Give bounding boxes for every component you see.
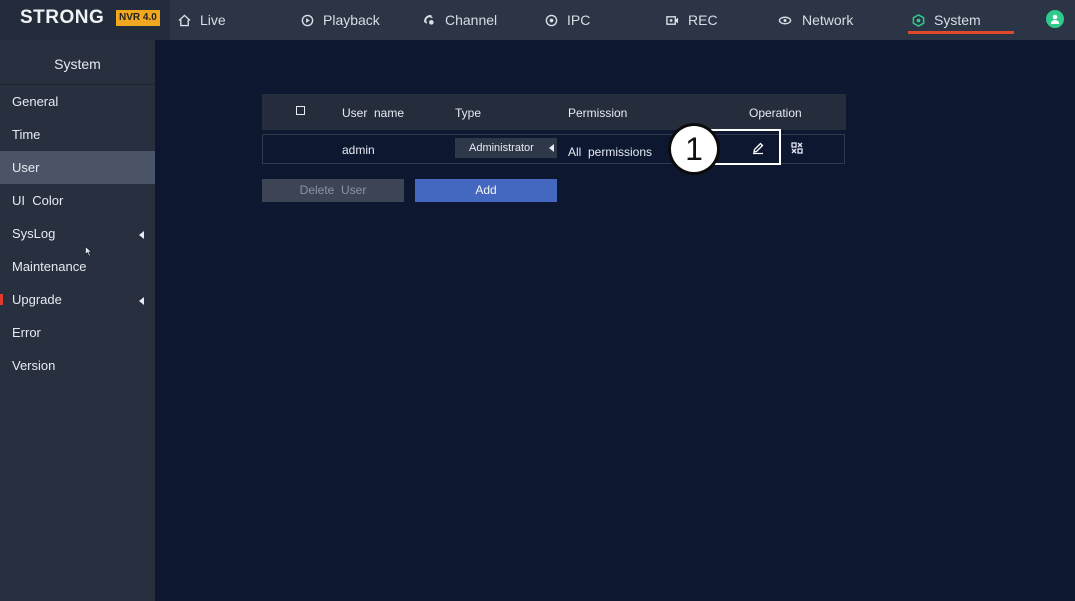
step-callout: 1 (668, 123, 720, 175)
nav-ipc[interactable]: IPC (545, 0, 590, 40)
system-icon (912, 13, 925, 27)
top-bar: STRONG NVR 4.0 Live Playback Channel IPC… (0, 0, 1075, 40)
header-operation: Operation (749, 106, 802, 120)
sidebar-item-user[interactable]: User (0, 151, 155, 184)
sidebar-item-label: Maintenance (12, 259, 87, 274)
ipc-icon (545, 14, 558, 26)
user-account-icon[interactable] (1046, 10, 1064, 28)
user-table-header: User name Type Permission Operation (262, 94, 846, 130)
sidebar-item-label: Version (12, 358, 56, 373)
active-tab-underline (908, 31, 1014, 34)
rec-icon (666, 15, 679, 25)
sidebar: System General Time User UI Color SysLog… (0, 40, 155, 601)
header-permission: Permission (568, 106, 628, 120)
step-number: 1 (685, 131, 703, 167)
nav-rec-label: REC (688, 12, 718, 28)
add-user-button[interactable]: Add (415, 179, 557, 202)
sidebar-item-label: General (12, 94, 59, 109)
permission-cell: All permissions (568, 145, 653, 159)
version-badge: NVR 4.0 (116, 10, 160, 26)
brand-logo: STRONG (20, 7, 105, 28)
sidebar-item-time[interactable]: Time (0, 118, 155, 151)
sidebar-item-upgrade[interactable]: Upgrade (0, 283, 155, 316)
nav-playback[interactable]: Playback (301, 0, 380, 40)
dropdown-arrow-icon (549, 144, 554, 152)
nav-ipc-label: IPC (567, 12, 591, 28)
network-icon (778, 16, 792, 24)
sidebar-item-general[interactable]: General (0, 85, 155, 118)
brand: STRONG NVR 4.0 (0, 0, 170, 40)
sidebar-item-label: Error (12, 325, 41, 340)
home-icon (178, 13, 191, 26)
sidebar-item-label: UI Color (12, 193, 64, 208)
sidebar-item-error[interactable]: Error (0, 316, 155, 349)
sidebar-item-label: Upgrade (12, 292, 62, 307)
nav-channel-label: Channel (445, 12, 498, 28)
sidebar-item-label: Time (12, 127, 41, 142)
expand-arrow-icon (139, 297, 144, 305)
nav-live[interactable]: Live (178, 0, 226, 40)
delete-user-button[interactable]: Delete User (262, 179, 404, 202)
nav-playback-label: Playback (323, 12, 380, 28)
sidebar-item-label: SysLog (12, 226, 56, 241)
nav-channel[interactable]: Channel (423, 0, 497, 40)
nav-network-label: Network (802, 12, 854, 28)
sidebar-item-syslog[interactable]: SysLog (0, 217, 155, 250)
header-username: User name (342, 106, 405, 120)
header-type: Type (455, 106, 482, 120)
nav-network[interactable]: Network (777, 0, 853, 40)
sidebar-item-ui-color[interactable]: UI Color (0, 184, 155, 217)
add-user-label: Add (475, 183, 497, 197)
username-cell: admin (342, 143, 375, 157)
nav-live-label: Live (200, 12, 226, 28)
notification-marker (0, 294, 3, 305)
playback-icon (301, 14, 314, 26)
nav-system[interactable]: System (908, 0, 1014, 40)
sidebar-item-maintenance[interactable]: Maintenance (0, 250, 155, 283)
nav-rec[interactable]: REC (666, 0, 718, 40)
select-all-checkbox[interactable] (296, 106, 305, 115)
person-icon (1050, 14, 1060, 24)
expand-arrow-icon (139, 231, 144, 239)
edit-icon[interactable] (751, 141, 765, 155)
user-type-value: Administrator (469, 142, 534, 154)
nav-system-label: System (934, 12, 981, 28)
sidebar-title: System (0, 40, 155, 85)
user-type-select[interactable]: Administrator (455, 138, 557, 158)
mouse-cursor-icon (85, 246, 93, 257)
sidebar-item-label: User (12, 160, 40, 175)
permission-settings-icon[interactable] (791, 142, 803, 154)
channel-icon (424, 14, 434, 25)
sidebar-item-version[interactable]: Version (0, 349, 155, 382)
delete-user-label: Delete User (299, 183, 367, 197)
